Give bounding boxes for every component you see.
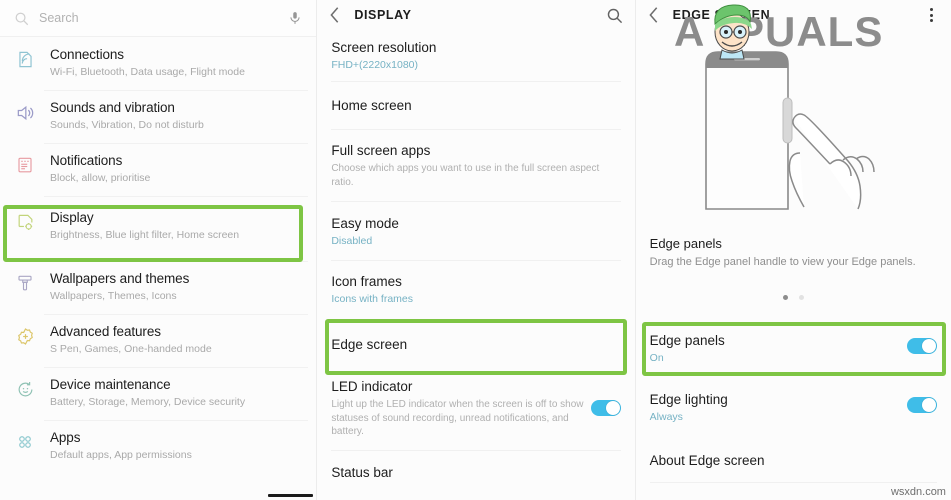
- item-title: Icon frames: [331, 274, 402, 289]
- more-options-icon[interactable]: [925, 8, 939, 22]
- page-dot-inactive[interactable]: [798, 295, 804, 300]
- sidebar-item-apps[interactable]: Apps Default apps, App permissions: [0, 420, 316, 473]
- notifications-icon: [12, 156, 38, 174]
- item-title: Sounds and vibration: [50, 100, 175, 115]
- sound-icon: [12, 103, 38, 123]
- page-dot-active[interactable]: [782, 295, 788, 300]
- item-subtitle: Block, allow, prioritise: [50, 172, 151, 184]
- edge-lighting-toggle[interactable]: [906, 397, 937, 413]
- edge-screen-appbar: EDGE SCREEN: [636, 0, 951, 30]
- list-item-status-bar[interactable]: Status bar: [317, 451, 634, 491]
- item-value: Icons with frames: [331, 293, 414, 305]
- sidebar-item-device-maintenance[interactable]: Device maintenance Battery, Storage, Mem…: [0, 367, 316, 420]
- sidebar-item-sounds-and-vibration[interactable]: Sounds and vibration Sounds, Vibration, …: [0, 90, 316, 143]
- item-description: Choose which apps you want to use in the…: [331, 163, 600, 188]
- advanced-features-icon: [12, 327, 38, 346]
- item-title: Edge screen: [331, 337, 408, 352]
- item-title: Apps: [50, 430, 81, 445]
- search-icon: [15, 12, 29, 25]
- microphone-icon[interactable]: [288, 9, 302, 27]
- apps-icon: [12, 433, 38, 451]
- list-item-led-indicator[interactable]: LED indicator Light up the LED indicator…: [317, 372, 634, 451]
- list-item-home-screen[interactable]: Home screen: [317, 82, 634, 130]
- phone-edge-panel-handle-illustration: [705, 51, 876, 210]
- item-subtitle: Brightness, Blue light filter, Home scre…: [50, 229, 240, 241]
- sidebar-item-display[interactable]: Display Brightness, Blue light filter, H…: [0, 196, 316, 257]
- item-title: Notifications: [50, 153, 123, 168]
- back-chevron-icon[interactable]: [648, 6, 660, 24]
- item-title: Easy mode: [331, 216, 399, 231]
- display-icon: [12, 213, 38, 232]
- device-maintenance-icon: [12, 380, 38, 399]
- screenshot-stage: Search Connections Wi-Fi, Bluetooth, Dat…: [0, 0, 951, 500]
- page-indicator-dots[interactable]: [636, 295, 951, 300]
- display-panel: DISPLAY Screen resolution FHD+(2220x1080…: [316, 0, 635, 500]
- list-item-about-edge-screen[interactable]: About Edge screen: [636, 438, 951, 483]
- item-title: Status bar: [331, 464, 393, 480]
- item-subtitle: Default apps, App permissions: [50, 449, 192, 461]
- edge-screen-panel: EDGE SCREEN Edge panels Drag the Edge pa…: [634, 0, 951, 500]
- hero-title: Edge panels: [649, 236, 722, 251]
- item-title: Full screen apps: [331, 143, 431, 158]
- sidebar-item-wallpapers-and-themes[interactable]: Wallpapers and themes Wallpapers, Themes…: [0, 261, 316, 314]
- item-title: Screen resolution: [331, 40, 437, 55]
- page-title: DISPLAY: [354, 8, 412, 22]
- item-title: Display: [50, 210, 94, 225]
- connections-icon: [12, 50, 38, 69]
- edge-screen-list: Edge panels On Edge lighting Always Abou…: [636, 320, 951, 483]
- item-title: LED indicator: [331, 379, 413, 394]
- sidebar-item-connections[interactable]: Connections Wi-Fi, Bluetooth, Data usage…: [0, 37, 316, 90]
- item-subtitle: Sounds, Vibration, Do not disturb: [50, 119, 204, 131]
- item-value: FHD+(2220x1080): [331, 59, 418, 71]
- list-item-easy-mode[interactable]: Easy mode Disabled: [317, 202, 634, 261]
- back-chevron-icon[interactable]: [329, 6, 341, 24]
- scroll-indicator: [268, 494, 313, 497]
- led-indicator-toggle[interactable]: [590, 400, 621, 416]
- item-title: Edge lighting: [649, 392, 728, 407]
- item-value: Disabled: [331, 235, 373, 247]
- edge-panel-illustration: [636, 30, 951, 230]
- item-subtitle: S Pen, Games, One-handed mode: [50, 343, 212, 355]
- item-value: On: [649, 352, 664, 364]
- edge-panels-toggle[interactable]: [906, 338, 937, 354]
- item-title: Connections: [50, 47, 124, 62]
- item-title: About Edge screen: [649, 453, 765, 468]
- list-item-screen-resolution[interactable]: Screen resolution FHD+(2220x1080): [317, 30, 634, 82]
- wallpaper-brush-icon: [12, 274, 38, 292]
- item-title: Edge panels: [649, 333, 725, 348]
- search-icon[interactable]: [606, 7, 623, 24]
- search-bar[interactable]: Search: [0, 0, 317, 37]
- list-item-full-screen-apps[interactable]: Full screen apps Choose which apps you w…: [317, 130, 634, 202]
- sidebar-item-advanced-features[interactable]: Advanced features S Pen, Games, One-hand…: [0, 314, 316, 367]
- sidebar-item-notifications[interactable]: Notifications Block, allow, prioritise: [0, 143, 316, 196]
- item-title: Device maintenance: [50, 377, 171, 392]
- item-value: Always: [649, 411, 683, 423]
- list-item-edge-panels[interactable]: Edge panels On: [636, 320, 951, 377]
- item-title: Wallpapers and themes: [50, 271, 190, 286]
- list-item-edge-screen[interactable]: Edge screen: [317, 318, 634, 372]
- hero-description: Drag the Edge panel handle to view your …: [649, 256, 916, 268]
- item-subtitle: Battery, Storage, Memory, Device securit…: [50, 396, 246, 408]
- item-description: Light up the LED indicator when the scre…: [331, 399, 584, 437]
- item-subtitle: Wi-Fi, Bluetooth, Data usage, Flight mod…: [50, 66, 245, 78]
- settings-panel: Search Connections Wi-Fi, Bluetooth, Dat…: [0, 0, 317, 500]
- item-title: Home screen: [331, 98, 412, 113]
- item-title: Advanced features: [50, 324, 161, 339]
- display-appbar: DISPLAY: [317, 0, 634, 30]
- list-item-icon-frames[interactable]: Icon frames Icons with frames: [317, 261, 634, 318]
- list-item-edge-lighting[interactable]: Edge lighting Always: [636, 377, 951, 438]
- page-title: EDGE SCREEN: [672, 8, 771, 22]
- edge-panels-hero-text: Edge panels Drag the Edge panel handle t…: [636, 230, 951, 270]
- search-input[interactable]: Search: [39, 11, 288, 25]
- site-watermark: wsxdn.com: [890, 486, 946, 498]
- item-subtitle: Wallpapers, Themes, Icons: [50, 290, 177, 302]
